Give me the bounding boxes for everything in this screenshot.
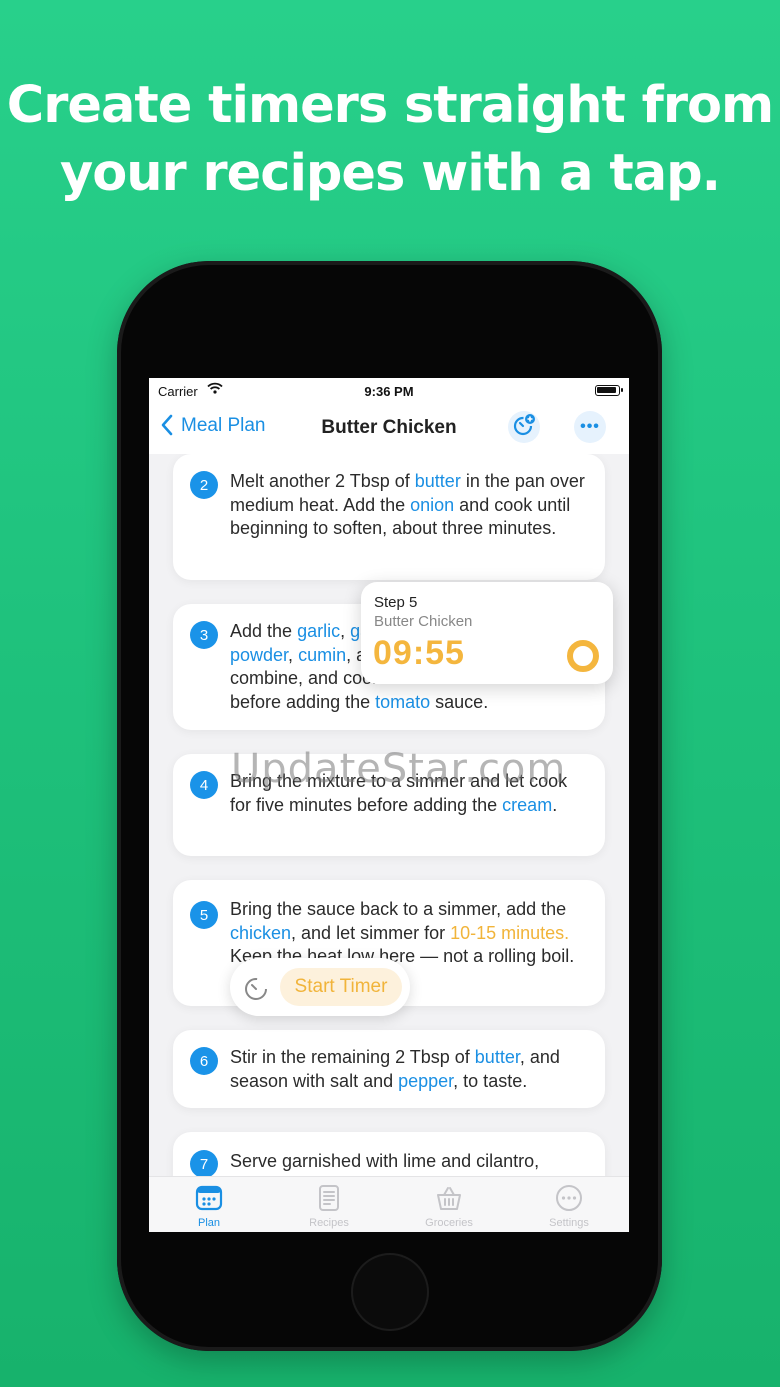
calendar-icon xyxy=(195,1184,223,1217)
step-text-segment: . xyxy=(552,794,558,815)
step-number-badge: 6 xyxy=(190,1047,218,1075)
page-title: Butter Chicken xyxy=(321,417,457,438)
status-bar: Carrier 9:36 PM xyxy=(149,378,629,404)
headline-line-1: Create timers straight from xyxy=(6,76,774,135)
step-text-segment: Serve garnished with lime and cilantro, xyxy=(230,1151,540,1171)
step-card-7[interactable]: 7 Serve garnished with lime and cilantro… xyxy=(173,1132,605,1176)
tab-bar: Plan Recipes Groceries Settings xyxy=(149,1176,629,1232)
recipe-book-icon xyxy=(315,1184,343,1217)
add-timer-button[interactable] xyxy=(508,411,540,443)
phone-screen: Carrier 9:36 PM Meal Plan Butter Chicken… xyxy=(149,378,629,1232)
watermark: UpdateStar.com xyxy=(231,746,567,792)
step-text-segment: before adding the xyxy=(230,691,376,712)
ingredient-link[interactable]: cream xyxy=(502,795,552,815)
timer-plus-icon xyxy=(512,413,536,442)
ingredient-link[interactable]: chicken xyxy=(230,923,291,943)
step-text-segment: , to taste. xyxy=(453,1070,528,1091)
nav-bar: Meal Plan Butter Chicken ••• xyxy=(149,404,629,454)
ellipsis-icon: ••• xyxy=(580,418,600,435)
ingredient-link[interactable]: butter xyxy=(475,1047,520,1067)
tab-groceries[interactable]: Groceries xyxy=(389,1177,509,1232)
step-text-segment: Bring the sauce back to a simmer, add th… xyxy=(230,899,567,919)
step-text-segment: sauce. xyxy=(430,691,489,712)
steps-list: 2 Melt another 2 Tbsp of butter in the p… xyxy=(149,454,629,1176)
step-text: Melt another 2 Tbsp of butter in the pan… xyxy=(230,470,587,541)
step-text-segment: , xyxy=(288,644,299,665)
basket-icon xyxy=(435,1184,463,1217)
timer-step-label: Step 5 xyxy=(374,594,418,611)
step-text-segment: Stir in the remaining 2 Tbsp of xyxy=(230,1047,475,1067)
battery-icon xyxy=(595,385,623,396)
ingredient-link[interactable]: tomato xyxy=(375,692,430,712)
tab-plan[interactable]: Plan xyxy=(149,1177,269,1232)
start-timer-button[interactable]: Start Timer xyxy=(280,968,402,1006)
step-text: Stir in the remaining 2 Tbsp of butter , … xyxy=(230,1046,587,1093)
ingredient-link[interactable]: garlic xyxy=(297,621,340,641)
timer-recipe-label: Butter Chicken xyxy=(374,613,473,630)
ingredient-link[interactable]: pepper xyxy=(398,1071,453,1091)
more-button[interactable]: ••• xyxy=(574,411,606,443)
step-card-6[interactable]: 6 Stir in the remaining 2 Tbsp of butter… xyxy=(173,1030,605,1108)
step-number-badge: 3 xyxy=(190,621,218,649)
tab-label: Plan xyxy=(197,1217,221,1229)
headline-line-2: your recipes with a tap. xyxy=(59,144,721,203)
step-number-badge: 4 xyxy=(190,771,218,799)
tab-recipes[interactable]: Recipes xyxy=(269,1177,389,1232)
tab-label: Settings xyxy=(549,1217,589,1229)
timer-link[interactable]: 10-15 minutes. xyxy=(450,923,569,943)
step-text-segment: Melt another 2 Tbsp of xyxy=(230,471,415,491)
home-button[interactable] xyxy=(351,1253,429,1331)
step-text-segment: , and let simmer for xyxy=(291,922,451,943)
step-card-2[interactable]: 2 Melt another 2 Tbsp of butter in the p… xyxy=(173,454,605,580)
step-number-badge: 7 xyxy=(190,1150,218,1176)
stopwatch-icon xyxy=(242,974,270,1007)
step-number-badge: 5 xyxy=(190,901,218,929)
tab-settings[interactable]: Settings xyxy=(509,1177,629,1232)
more-circle-icon xyxy=(555,1184,583,1217)
ingredient-link[interactable]: butter xyxy=(415,471,461,491)
start-timer-bubble[interactable]: Start Timer xyxy=(230,958,410,1016)
status-time: 9:36 PM xyxy=(364,384,414,399)
tab-label: Recipes xyxy=(309,1217,349,1229)
step-text-segment: , xyxy=(340,621,351,641)
headline: Create timers straight from your recipes… xyxy=(0,72,780,208)
step-text-segment: Add the xyxy=(230,621,298,641)
ingredient-link[interactable]: cumin xyxy=(298,645,346,665)
step-number-badge: 2 xyxy=(190,471,218,499)
ingredient-link[interactable]: onion xyxy=(410,495,454,515)
step-text: Serve garnished with lime and cilantro, xyxy=(230,1150,587,1174)
ingredient-link[interactable]: powder xyxy=(230,645,288,665)
timer-countdown: 09:55 xyxy=(373,634,465,672)
tab-label: Groceries xyxy=(425,1217,473,1229)
timer-ring-icon xyxy=(567,640,599,672)
timer-popup[interactable]: Step 5 Butter Chicken 09:55 xyxy=(361,582,613,684)
